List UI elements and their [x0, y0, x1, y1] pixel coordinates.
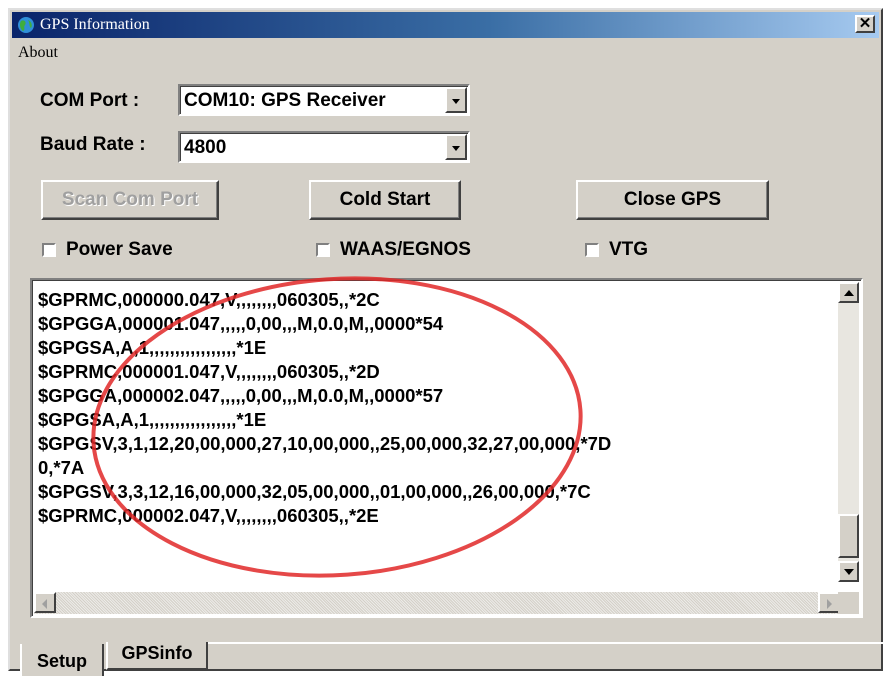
power-save-checkbox[interactable]: Power Save: [42, 239, 222, 263]
arrow-left-icon: [42, 599, 47, 609]
scan-com-port-button[interactable]: Scan Com Port: [41, 180, 219, 220]
com-port-select[interactable]: COM10: GPS Receiver: [178, 84, 470, 116]
menu-bar: About: [12, 40, 879, 64]
baud-rate-label: Baud Rate :: [40, 134, 146, 155]
cold-start-button[interactable]: Cold Start: [309, 180, 461, 220]
scroll-right-button[interactable]: [818, 592, 840, 613]
scrollbar-corner: [838, 592, 859, 614]
power-save-label: Power Save: [66, 239, 173, 260]
tab-strip: GPSinfo Setup: [10, 642, 885, 676]
power-save-checkbox-box[interactable]: [42, 243, 56, 257]
vertical-scrollbar[interactable]: [838, 282, 859, 582]
close-button[interactable]: ✕: [855, 15, 875, 33]
waas-egnos-label: WAAS/EGNOS: [340, 239, 471, 260]
tab-gpsinfo[interactable]: GPSinfo: [106, 642, 208, 670]
log-line: $GPRMC,000002.047,V,,,,,,,,060305,,*2E: [38, 505, 379, 526]
scroll-down-button[interactable]: [838, 561, 859, 582]
arrow-down-icon: [844, 569, 854, 575]
globe-icon: [18, 17, 34, 33]
baud-rate-value: 4800: [184, 137, 227, 158]
log-line: $GPGSV,3,3,12,16,00,000,32,05,00,000,,01…: [38, 481, 591, 502]
baud-rate-select[interactable]: 4800: [178, 131, 470, 163]
log-line: $GPGSA,A,1,,,,,,,,,,,,,,,,,*1E: [38, 337, 267, 358]
log-line: $GPGGA,000001.047,,,,,0,00,,,M,0.0,M,,00…: [38, 313, 444, 334]
chevron-down-icon: [452, 146, 460, 151]
com-port-dropdown-button[interactable]: [445, 87, 467, 113]
com-port-label: COM Port :: [40, 90, 140, 111]
vtg-label: VTG: [609, 239, 649, 260]
log-line: $GPGSV,3,1,12,20,00,000,27,10,00,000,,25…: [38, 433, 612, 454]
waas-egnos-checkbox[interactable]: WAAS/EGNOS: [316, 239, 496, 263]
arrow-right-icon: [827, 599, 832, 609]
close-icon: ✕: [858, 15, 872, 32]
log-line: $GPGSA,A,1,,,,,,,,,,,,,,,,,*1E: [38, 409, 267, 430]
com-port-value: COM10: GPS Receiver: [184, 90, 386, 111]
tab-setup[interactable]: Setup: [20, 644, 104, 676]
nmea-log-lines: $GPRMC,000000.047,V,,,,,,,,060305,,*2C $…: [38, 288, 838, 528]
nmea-log-box[interactable]: $GPRMC,000000.047,V,,,,,,,,060305,,*2C $…: [30, 278, 863, 618]
log-line: $GPRMC,000001.047,V,,,,,,,,060305,,*2D: [38, 361, 380, 382]
gps-information-window: GPS Information ✕ About COM Port : COM10…: [8, 8, 885, 676]
waas-egnos-checkbox-box[interactable]: [316, 243, 330, 257]
chevron-down-icon: [452, 99, 460, 104]
window-title: GPS Information: [40, 16, 150, 33]
menu-about[interactable]: About: [18, 44, 58, 62]
log-line: 0,*7A: [38, 457, 85, 478]
scroll-up-button[interactable]: [838, 282, 859, 303]
scroll-left-button[interactable]: [34, 592, 56, 613]
vertical-scroll-thumb[interactable]: [838, 514, 859, 558]
tab-strip-line: [208, 642, 885, 644]
vtg-checkbox[interactable]: VTG: [585, 239, 685, 263]
close-gps-button[interactable]: Close GPS: [576, 180, 769, 220]
baud-rate-dropdown-button[interactable]: [445, 134, 467, 160]
horizontal-scrollbar[interactable]: [34, 592, 840, 614]
log-line: $GPGGA,000002.047,,,,,0,00,,,M,0.0,M,,00…: [38, 385, 444, 406]
arrow-up-icon: [844, 290, 854, 296]
vtg-checkbox-box[interactable]: [585, 243, 599, 257]
log-line: $GPRMC,000000.047,V,,,,,,,,060305,,*2C: [38, 289, 380, 310]
title-bar[interactable]: GPS Information ✕: [12, 12, 879, 38]
